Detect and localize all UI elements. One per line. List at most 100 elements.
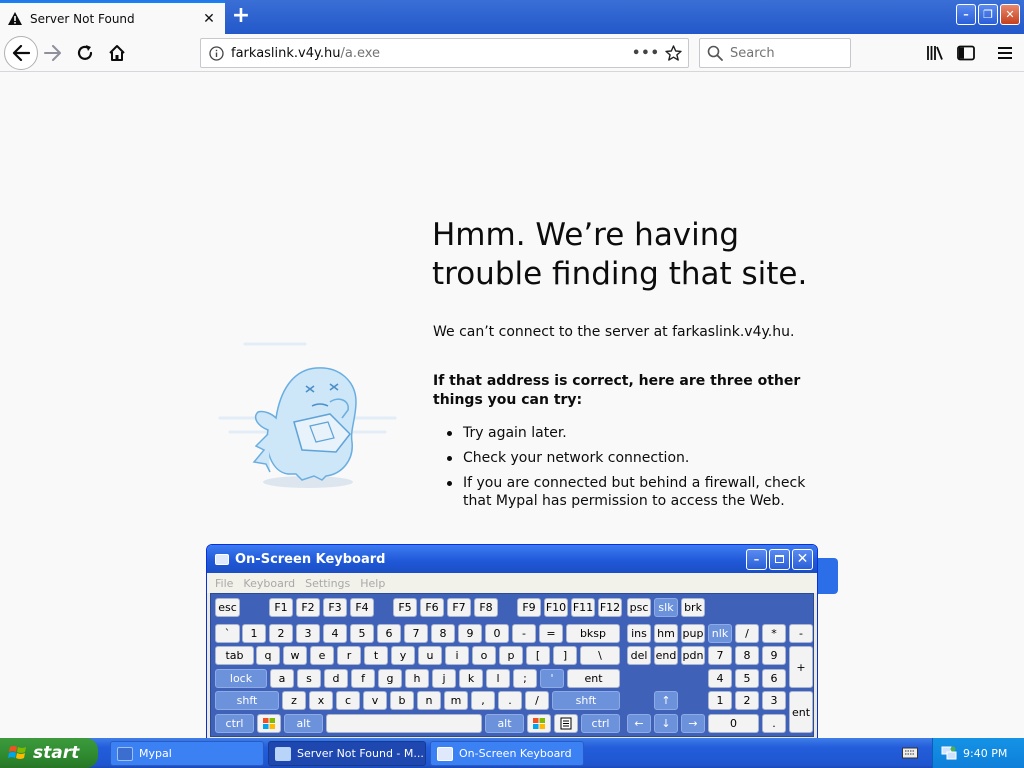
osk-key-bksp[interactable]: bksp xyxy=(566,624,620,643)
osk-key-8[interactable]: 8 xyxy=(735,646,759,665)
osk-key-x[interactable]: x xyxy=(309,691,333,710)
osk-key-8594[interactable]: → xyxy=(681,714,705,733)
osk-minimize-button[interactable]: – xyxy=(746,548,767,570)
osk-key-q[interactable]: q xyxy=(256,646,280,665)
osk-key-menu-icon[interactable] xyxy=(554,714,578,733)
osk-key-F4[interactable]: F4 xyxy=(350,598,374,617)
osk-key-del[interactable]: del xyxy=(627,646,651,665)
osk-key-lock[interactable]: lock xyxy=(215,669,267,688)
taskbar-item-osk[interactable]: On-Screen Keyboard xyxy=(430,741,584,766)
page-actions-icon[interactable]: ••• xyxy=(632,46,659,61)
osk-key-blank[interactable] xyxy=(326,714,482,733)
osk-key-0[interactable]: 0 xyxy=(485,624,509,643)
osk-key-F8[interactable]: F8 xyxy=(474,598,498,617)
osk-key-3[interactable]: 3 xyxy=(762,691,786,710)
osk-key-n[interactable]: n xyxy=(417,691,441,710)
osk-key-7[interactable]: 7 xyxy=(708,646,732,665)
sidebar-button[interactable] xyxy=(951,38,981,68)
osk-key-0[interactable]: 0 xyxy=(708,714,759,733)
osk-key-6[interactable]: 6 xyxy=(377,624,401,643)
osk-key-nlk[interactable]: nlk xyxy=(708,624,732,643)
osk-key-i[interactable]: i xyxy=(445,646,469,665)
info-icon[interactable] xyxy=(201,45,231,61)
tab-server-not-found[interactable]: Server Not Found ✕ xyxy=(0,1,225,34)
osk-key-F3[interactable]: F3 xyxy=(323,598,347,617)
osk-key-4[interactable]: 4 xyxy=(323,624,347,643)
search-bar[interactable]: Search xyxy=(699,38,851,68)
osk-key-ctrl[interactable]: ctrl xyxy=(581,714,620,733)
osk-key-7[interactable]: 7 xyxy=(404,624,428,643)
osk-key-z[interactable]: z xyxy=(282,691,306,710)
osk-key-pdn[interactable]: pdn xyxy=(681,646,705,665)
osk-menu-settings[interactable]: Settings xyxy=(305,577,350,590)
osk-key-windows-icon[interactable] xyxy=(527,714,551,733)
osk-menu-file[interactable]: File xyxy=(215,577,233,590)
osk-key-o[interactable]: o xyxy=(472,646,496,665)
url-text[interactable]: farkaslink.v4y.hu/a.exe xyxy=(231,46,632,61)
osk-key-F11[interactable]: F11 xyxy=(571,598,595,617)
osk-key-ent[interactable]: ent xyxy=(567,669,620,688)
osk-key-47[interactable]: / xyxy=(525,691,549,710)
back-button[interactable] xyxy=(4,36,38,70)
osk-titlebar[interactable]: On-Screen Keyboard – ✕ xyxy=(207,545,817,573)
new-tab-button[interactable]: + xyxy=(228,3,254,29)
osk-key-s[interactable]: s xyxy=(297,669,321,688)
osk-key-1[interactable]: 1 xyxy=(708,691,732,710)
osk-key-alt[interactable]: alt xyxy=(284,714,323,733)
osk-key-F7[interactable]: F7 xyxy=(447,598,471,617)
osk-key-end[interactable]: end xyxy=(654,646,678,665)
osk-key-w[interactable]: w xyxy=(283,646,307,665)
restore-button[interactable]: ❐ xyxy=(978,4,998,25)
osk-key-hm[interactable]: hm xyxy=(654,624,678,643)
osk-key-8595[interactable]: ↓ xyxy=(654,714,678,733)
osk-key-5[interactable]: 5 xyxy=(735,669,759,688)
osk-key-ins[interactable]: ins xyxy=(627,624,651,643)
osk-key-91[interactable]: [ xyxy=(526,646,550,665)
osk-key-d[interactable]: d xyxy=(324,669,348,688)
osk-key-F10[interactable]: F10 xyxy=(544,598,568,617)
osk-key-39[interactable]: ' xyxy=(540,669,564,688)
osk-key-8593[interactable]: ↑ xyxy=(654,691,678,710)
osk-key-46[interactable]: . xyxy=(762,714,786,733)
osk-key-59[interactable]: ; xyxy=(513,669,537,688)
tab-close-icon[interactable]: ✕ xyxy=(201,11,217,27)
minimize-button[interactable]: – xyxy=(956,4,976,25)
osk-key-61[interactable]: = xyxy=(539,624,563,643)
taskbar-item-mypal[interactable]: Mypal xyxy=(110,741,264,766)
keyboard-layout-icon[interactable] xyxy=(902,746,918,760)
start-button[interactable]: start xyxy=(0,738,98,768)
osk-key-r[interactable]: r xyxy=(337,646,361,665)
osk-key-j[interactable]: j xyxy=(432,669,456,688)
bookmark-star-icon[interactable] xyxy=(658,45,688,61)
osk-key-pup[interactable]: pup xyxy=(681,624,705,643)
menu-button[interactable] xyxy=(990,38,1020,68)
osk-key-f[interactable]: f xyxy=(351,669,375,688)
osk-key-v[interactable]: v xyxy=(363,691,387,710)
reload-button[interactable] xyxy=(70,38,100,68)
library-button[interactable] xyxy=(920,38,950,68)
osk-key-46[interactable]: . xyxy=(498,691,522,710)
osk-maximize-button[interactable] xyxy=(769,548,790,570)
osk-key-l[interactable]: l xyxy=(486,669,510,688)
osk-key-t[interactable]: t xyxy=(364,646,388,665)
osk-key-6[interactable]: 6 xyxy=(762,669,786,688)
forward-button[interactable] xyxy=(38,38,68,68)
osk-key-42[interactable]: * xyxy=(762,624,786,643)
osk-key-c[interactable]: c xyxy=(336,691,360,710)
osk-menu-help[interactable]: Help xyxy=(360,577,385,590)
osk-key-47[interactable]: / xyxy=(735,624,759,643)
taskbar-item-server-not-found[interactable]: Server Not Found - M... xyxy=(268,741,426,766)
osk-key-F1[interactable]: F1 xyxy=(269,598,293,617)
osk-key-4[interactable]: 4 xyxy=(708,669,732,688)
osk-key-brk[interactable]: brk xyxy=(681,598,705,617)
osk-key-44[interactable]: , xyxy=(471,691,495,710)
osk-key-a[interactable]: a xyxy=(270,669,294,688)
osk-key-96[interactable]: ` xyxy=(215,624,240,643)
osk-key-b[interactable]: b xyxy=(390,691,414,710)
osk-key-5[interactable]: 5 xyxy=(350,624,374,643)
osk-key-ctrl[interactable]: ctrl xyxy=(215,714,254,733)
osk-key-F6[interactable]: F6 xyxy=(420,598,444,617)
osk-key-45[interactable]: - xyxy=(789,624,813,643)
url-bar[interactable]: farkaslink.v4y.hu/a.exe ••• xyxy=(200,38,689,68)
osk-key-e[interactable]: e xyxy=(310,646,334,665)
